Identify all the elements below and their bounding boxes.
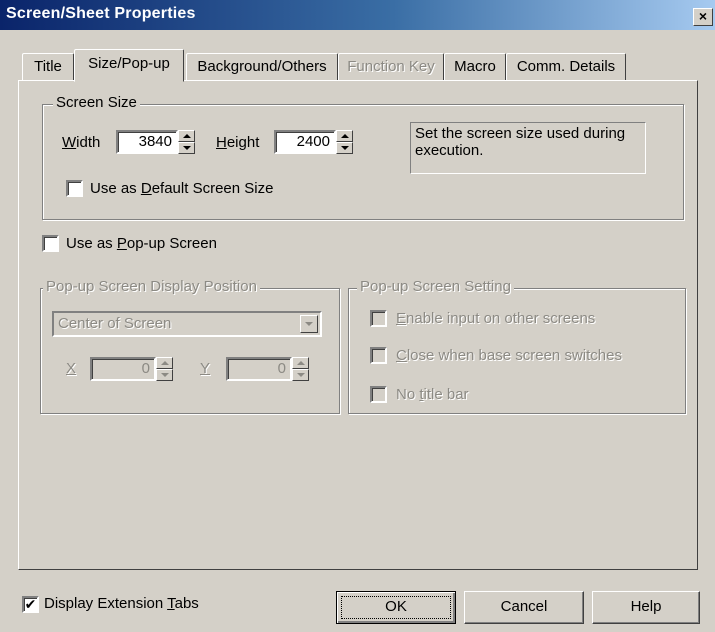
x-label: X bbox=[66, 360, 77, 377]
tab-macro[interactable]: Macro bbox=[444, 53, 506, 81]
height-label: Height bbox=[216, 134, 260, 151]
help-button-label: Help bbox=[630, 598, 662, 615]
no-title-bar-label: No title bar bbox=[396, 386, 469, 403]
cancel-button[interactable]: Cancel bbox=[464, 591, 584, 624]
popup-setting-legend: Pop-up Screen Setting bbox=[357, 278, 514, 295]
tab-background-others-label: Background/Others bbox=[197, 58, 327, 75]
close-on-switch-label: Close when base screen switches bbox=[396, 347, 622, 364]
x-spin-up bbox=[156, 357, 173, 369]
checkmark-icon: ✔ bbox=[24, 596, 37, 612]
enable-input-label: Enable input on other screens bbox=[396, 310, 596, 327]
chevron-down-icon bbox=[305, 322, 313, 326]
arrow-down-icon bbox=[161, 373, 169, 377]
tab-size-popup[interactable]: Size/Pop-up bbox=[74, 49, 184, 82]
y-spin-up bbox=[292, 357, 309, 369]
width-input[interactable]: 3840 bbox=[116, 130, 178, 154]
help-button[interactable]: Help bbox=[592, 591, 700, 624]
width-spinner[interactable] bbox=[178, 130, 195, 154]
popup-position-selected: Center of Screen bbox=[58, 315, 172, 332]
screen-size-legend: Screen Size bbox=[53, 94, 140, 111]
screen-size-hint: Set the screen size used during executio… bbox=[410, 122, 646, 174]
default-screen-size-label: Use as Default Screen Size bbox=[90, 180, 274, 197]
height-spinner[interactable] bbox=[336, 130, 353, 154]
tab-comm-details-label: Comm. Details bbox=[516, 58, 616, 75]
popup-screen-label: Use as Pop-up Screen bbox=[66, 235, 217, 252]
popup-screen-checkbox[interactable] bbox=[42, 235, 59, 252]
tab-title[interactable]: Title bbox=[22, 53, 74, 81]
popup-position-dropdown-button bbox=[300, 315, 318, 333]
arrow-down-icon bbox=[341, 146, 349, 150]
arrow-up-icon bbox=[341, 134, 349, 138]
x-spin-down bbox=[156, 369, 173, 381]
cancel-button-label: Cancel bbox=[500, 598, 548, 615]
height-spin-down[interactable] bbox=[336, 142, 353, 154]
close-icon: × bbox=[698, 8, 708, 24]
y-spinner bbox=[292, 357, 309, 381]
arrow-down-icon bbox=[297, 373, 305, 377]
x-spinner bbox=[156, 357, 173, 381]
y-input: 0 bbox=[226, 357, 292, 381]
height-spin-up[interactable] bbox=[336, 130, 353, 142]
y-label: Y bbox=[200, 360, 211, 377]
tab-function-key-label: Function Key bbox=[347, 58, 435, 75]
no-title-bar-checkbox bbox=[370, 386, 387, 403]
tab-background-others[interactable]: Background/Others bbox=[186, 53, 338, 81]
height-input[interactable]: 2400 bbox=[274, 130, 336, 154]
tab-size-popup-label: Size/Pop-up bbox=[88, 55, 170, 72]
properties-dialog: Screen/Sheet Properties × Title Size/Pop… bbox=[0, 0, 715, 632]
arrow-up-icon bbox=[297, 361, 305, 365]
close-on-switch-checkbox bbox=[370, 347, 387, 364]
enable-input-checkbox bbox=[370, 310, 387, 327]
focus-rect bbox=[341, 596, 451, 619]
width-spin-down[interactable] bbox=[178, 142, 195, 154]
arrow-down-icon bbox=[183, 146, 191, 150]
display-extension-tabs-label: Display Extension Tabs bbox=[44, 595, 199, 612]
dialog-title: Screen/Sheet Properties bbox=[6, 5, 196, 22]
popup-position-select: Center of Screen bbox=[52, 311, 322, 337]
default-screen-size-checkbox[interactable] bbox=[66, 180, 83, 197]
tab-comm-details[interactable]: Comm. Details bbox=[506, 53, 626, 81]
popup-position-group: Pop-up Screen Display Position bbox=[40, 278, 340, 414]
tab-macro-label: Macro bbox=[454, 58, 496, 75]
popup-position-legend: Pop-up Screen Display Position bbox=[43, 278, 260, 295]
width-spin-up[interactable] bbox=[178, 130, 195, 142]
tab-function-key: Function Key bbox=[338, 53, 444, 81]
tab-title-label: Title bbox=[34, 58, 62, 75]
width-label: Width bbox=[62, 134, 101, 151]
arrow-up-icon bbox=[183, 134, 191, 138]
close-button[interactable]: × bbox=[693, 8, 713, 26]
y-spin-down bbox=[292, 369, 309, 381]
x-input: 0 bbox=[90, 357, 156, 381]
ok-button[interactable]: OK bbox=[336, 591, 456, 624]
arrow-up-icon bbox=[161, 361, 169, 365]
title-bar[interactable]: Screen/Sheet Properties × bbox=[0, 0, 715, 30]
display-extension-tabs-checkbox[interactable]: ✔ bbox=[22, 596, 39, 613]
